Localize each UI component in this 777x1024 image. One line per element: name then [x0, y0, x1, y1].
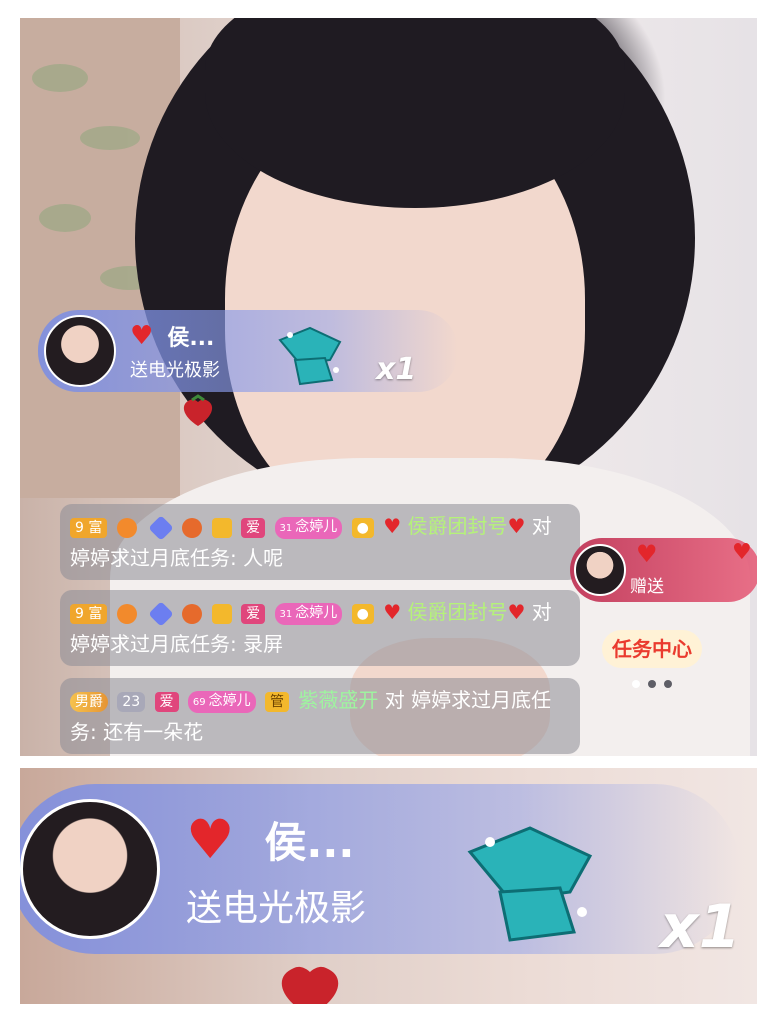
gift-banner-zoom[interactable]: ♥ 侯... 送电光极影 [20, 784, 740, 954]
side-gift-action: 赠送 [630, 577, 664, 597]
sender-avatar[interactable] [44, 315, 116, 387]
fan-club-name: 念婷儿 [208, 692, 251, 709]
medal-icon [182, 603, 203, 624]
chat-connector: 对 [384, 688, 405, 712]
chat-connector: 对 [531, 514, 552, 538]
chat-message[interactable]: 男爵 23 爱 69 念婷儿 管 紫薇盛开 对 婷婷求过月底任务: 还有一朵花 [60, 678, 580, 754]
rank-star-icon [116, 603, 137, 624]
rank-star-icon [116, 517, 137, 538]
carousel-dot[interactable] [632, 680, 640, 688]
love-badge: 爱 [154, 691, 179, 712]
diamond-icon [148, 600, 174, 627]
heart-icon: ♥ [383, 600, 402, 624]
gift-action-text: 送电光极影 [130, 360, 220, 381]
gift-crystal-icon [467, 826, 593, 942]
love-badge: 爱 [241, 517, 266, 538]
gift-crystal-icon [278, 326, 342, 386]
heart-icon: ♥ [732, 540, 752, 565]
live-stream-view: ♥ 侯... 送电光极影 x1 9 富 爱 31 念婷儿 ● ♥ 侯爵团封号♥ 对 [20, 18, 757, 756]
carousel-dot[interactable] [648, 680, 656, 688]
diamond-icon [148, 514, 174, 541]
carousel-dot[interactable] [664, 680, 672, 688]
chat-username[interactable]: 紫薇盛开 [298, 688, 378, 712]
chat-content: 录屏 [243, 632, 284, 656]
chat-message[interactable]: 9 富 爱 31 念婷儿 ● ♥ 侯爵团封号♥ 对 婷婷求过月底任务: 录屏 [60, 590, 580, 666]
heart-icon: ♥ [507, 600, 526, 624]
fan-club-badge: 69 念婷儿 [187, 690, 256, 713]
strawberry-icon [281, 966, 339, 1004]
user-icon: ● [351, 603, 374, 624]
sender-name: 侯... [167, 326, 215, 351]
chat-connector: 对 [531, 600, 552, 624]
sender-name: 侯... [264, 817, 355, 867]
chat-username[interactable]: 侯爵团封号 [407, 514, 507, 538]
gift-action-text: 送电光极影 [186, 887, 367, 929]
heart-icon: ♥ [636, 540, 658, 568]
medal-icon [182, 517, 203, 538]
shield-level-badge: 23 [117, 691, 146, 712]
side-avatar[interactable] [574, 544, 626, 596]
rich-level-badge: 9 富 [70, 517, 108, 538]
fan-level: 31 [279, 608, 293, 620]
user-icon: ● [351, 517, 374, 538]
gift-banner-zoom-view: ♥ 侯... 送电光极影 x1 [20, 768, 757, 1004]
rich-level-badge: 9 富 [70, 603, 108, 624]
chat-colon: : [230, 546, 237, 570]
gift-multiplier: x1 [376, 352, 417, 387]
chat-content: 人呢 [243, 546, 284, 570]
chat-target: 婷婷求过月底任务 [70, 546, 230, 570]
admin-badge: 管 [265, 691, 289, 712]
sender-avatar[interactable] [20, 799, 160, 939]
chat-content: 还有一朵花 [103, 720, 204, 744]
strawberry-icon [183, 394, 213, 426]
fan-club-badge: 31 念婷儿 [274, 516, 343, 539]
fan-club-badge: 31 念婷儿 [274, 602, 343, 625]
fan-level: 31 [279, 522, 293, 534]
chat-message[interactable]: 9 富 爱 31 念婷儿 ● ♥ 侯爵团封号♥ 对 婷婷求过月底任务: 人呢 [60, 504, 580, 580]
chat-username[interactable]: 侯爵团封号 [407, 600, 507, 624]
heart-icon: ♥ [383, 514, 402, 538]
chat-colon: : [90, 720, 97, 744]
love-badge: 爱 [241, 603, 266, 624]
side-gift-widget: ♥ ♥ 赠送 任务中心 [570, 538, 757, 694]
task-center-button[interactable]: 任务中心 [602, 630, 702, 668]
heart-icon: ♥ [507, 514, 526, 538]
chat-colon: : [230, 632, 237, 656]
heart-icon: ♥ [186, 807, 235, 871]
vip-icon [211, 603, 232, 624]
fan-club-name: 念婷儿 [295, 518, 338, 535]
fan-club-name: 念婷儿 [295, 604, 338, 621]
fan-level: 69 [192, 696, 206, 708]
heart-icon: ♥ [130, 321, 154, 351]
chat-target: 婷婷求过月底任务 [70, 632, 230, 656]
gift-multiplier: x1 [660, 892, 741, 962]
carousel-dots[interactable] [632, 680, 672, 688]
noble-badge: 男爵 [70, 691, 108, 712]
side-gift-pill[interactable]: ♥ ♥ 赠送 [570, 538, 757, 602]
vip-icon [211, 517, 232, 538]
